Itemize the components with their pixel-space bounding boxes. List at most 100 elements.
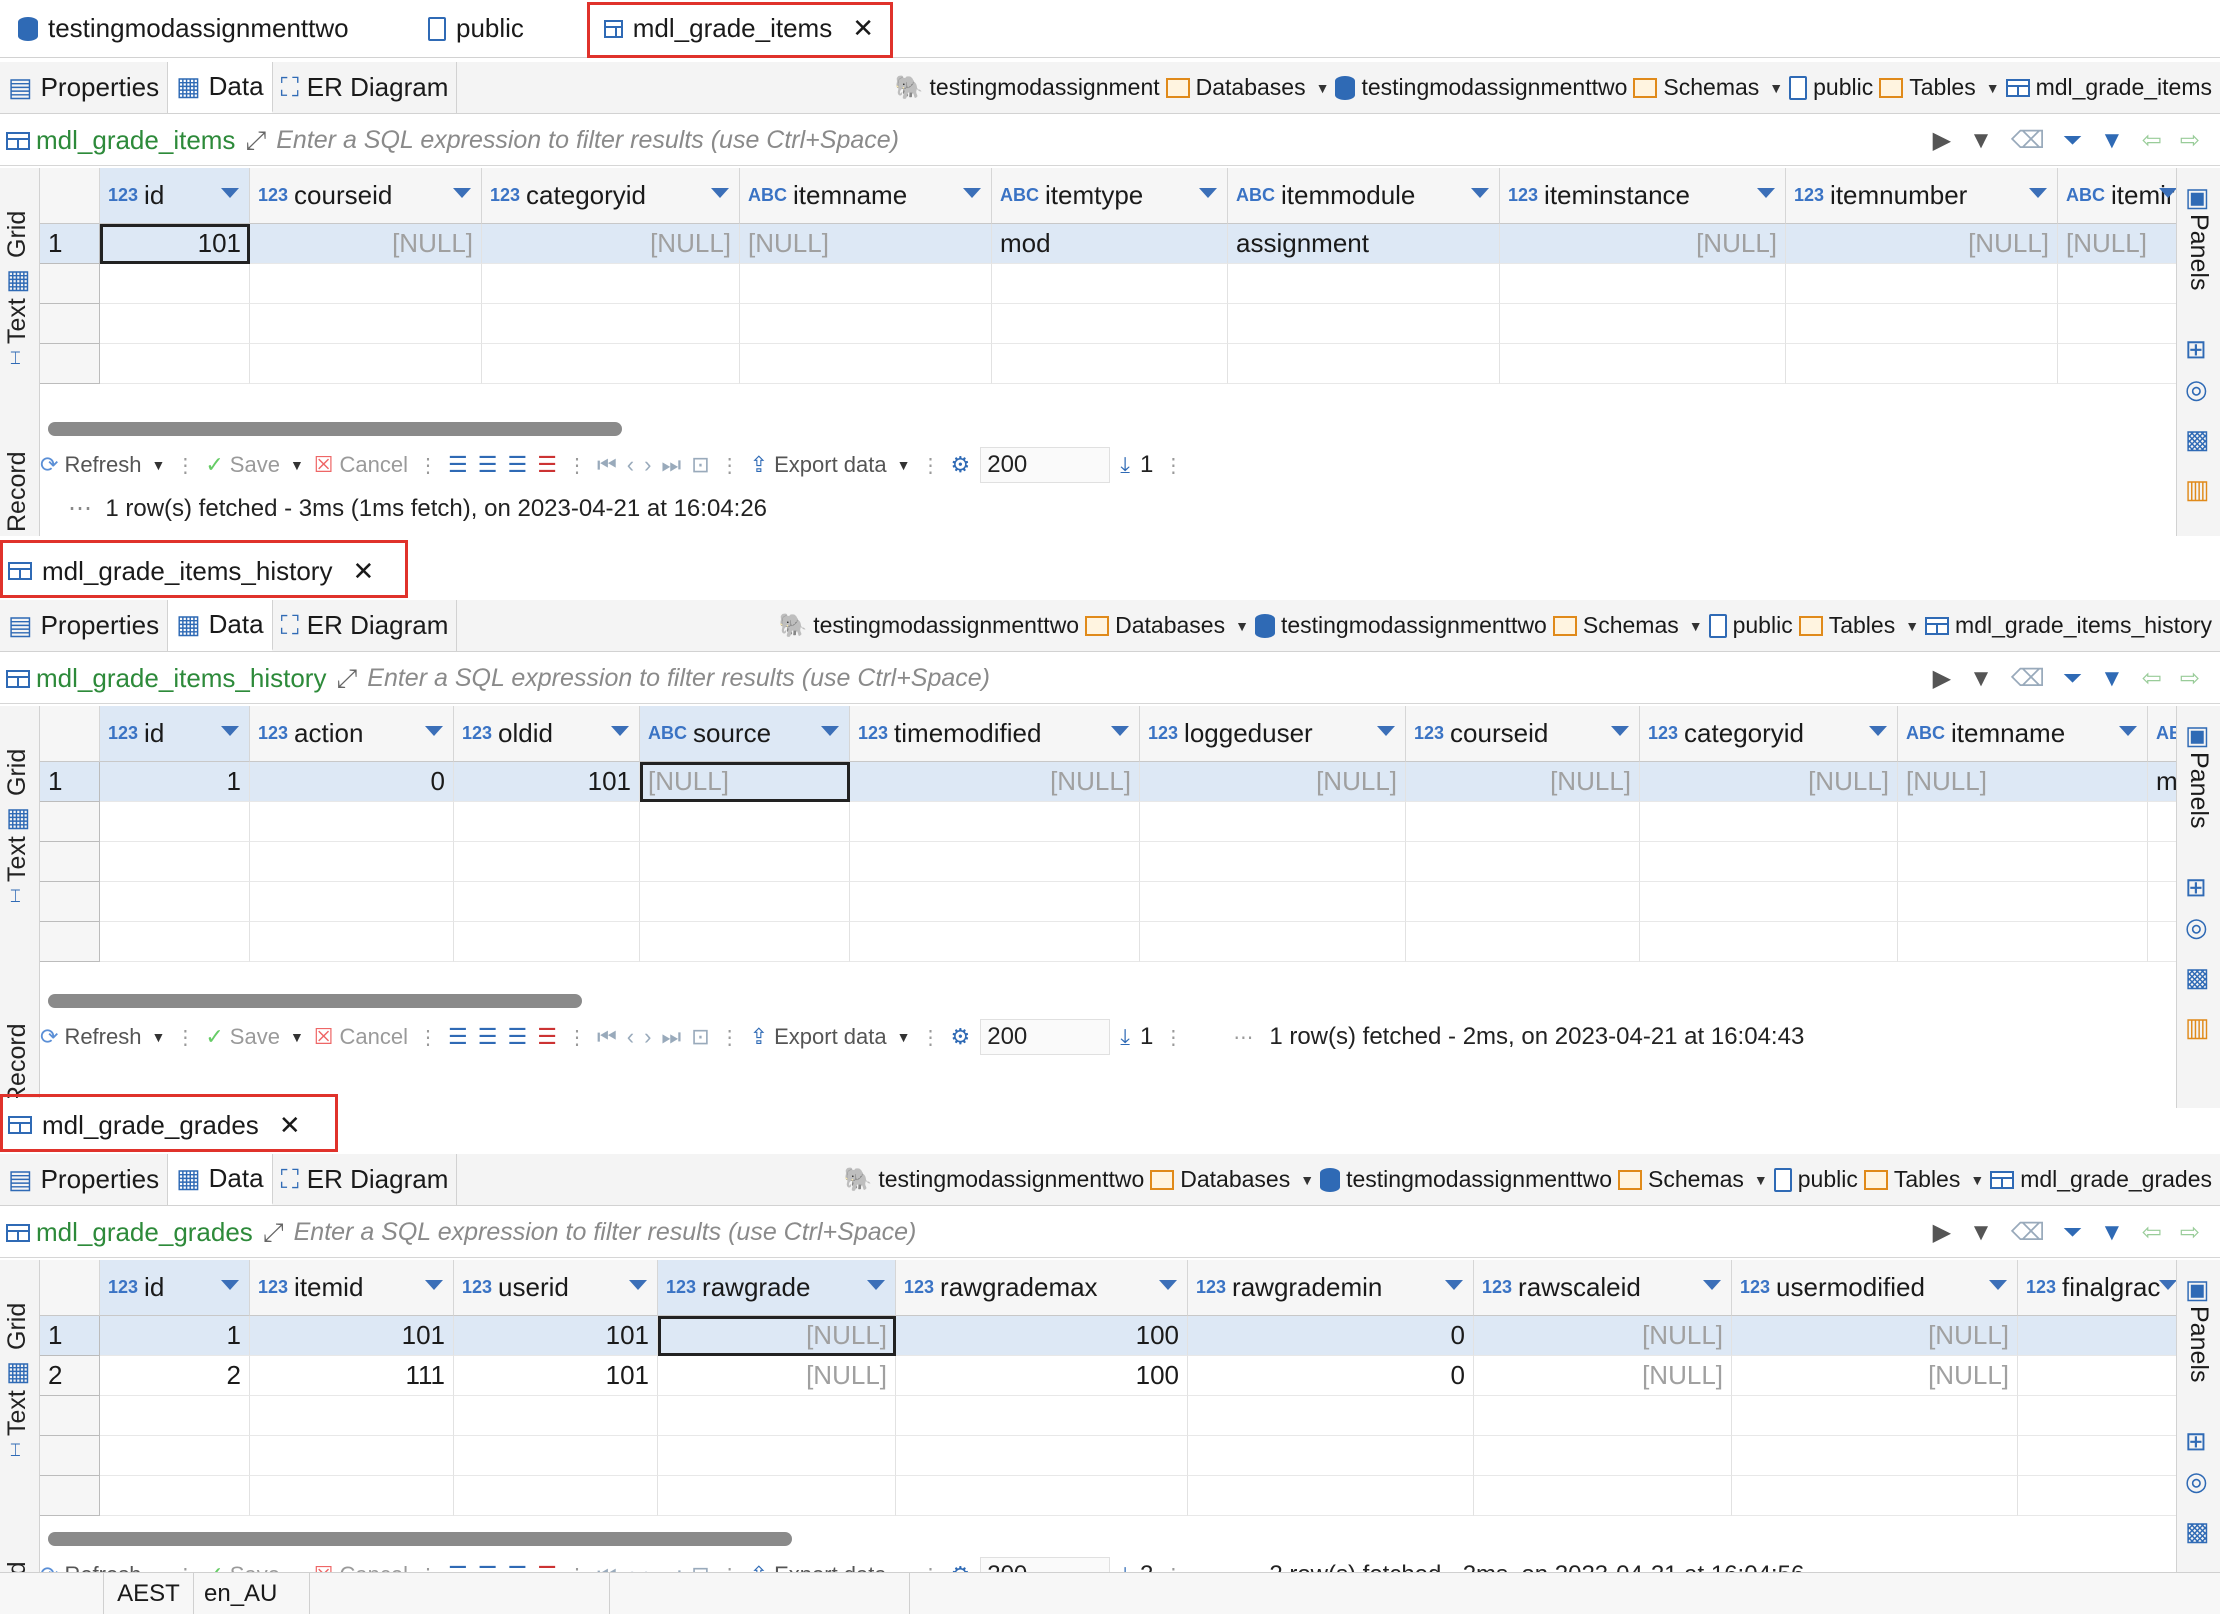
cancel-button[interactable]: ☒Cancel bbox=[314, 1024, 408, 1050]
column-header[interactable]: 123 userid bbox=[454, 1260, 658, 1316]
sort-dropdown-icon[interactable] bbox=[1869, 726, 1887, 736]
column-header[interactable]: 123 rawscaleid bbox=[1474, 1260, 1732, 1316]
table-cell[interactable]: 101 bbox=[100, 224, 250, 264]
sort-dropdown-icon[interactable] bbox=[629, 1280, 647, 1290]
table-cell[interactable]: [NULL] bbox=[1898, 762, 2148, 802]
breadcrumb-item[interactable]: testingmodassignmenttwo bbox=[1320, 1166, 1612, 1193]
panels-toggle[interactable]: Panels bbox=[2184, 1306, 2213, 1382]
close-icon[interactable]: ✕ bbox=[352, 556, 374, 587]
sort-dropdown-icon[interactable] bbox=[1199, 188, 1217, 198]
sort-dropdown-icon[interactable] bbox=[221, 1280, 239, 1290]
delete-row-icon[interactable]: ☰ bbox=[537, 1024, 557, 1050]
table-cell[interactable]: [NULL] bbox=[1640, 762, 1898, 802]
table-cell[interactable]: [NULL] bbox=[850, 762, 1140, 802]
edit-row-icon[interactable]: ☰ bbox=[448, 1024, 468, 1050]
column-header[interactable]: 123 itemid bbox=[250, 1260, 454, 1316]
panels-toggle[interactable]: Panels bbox=[2184, 214, 2213, 290]
table-cell[interactable]: [NULL] bbox=[740, 224, 992, 264]
grid-view-toggle[interactable]: Grid bbox=[3, 749, 32, 796]
column-header[interactable]: 123 categoryid bbox=[1640, 706, 1898, 762]
column-header[interactable]: 123 id bbox=[100, 706, 250, 762]
history-dropdown-icon[interactable]: ▼ bbox=[1969, 665, 1993, 693]
fetch-size-input[interactable]: 200 bbox=[980, 1019, 1111, 1055]
back-icon[interactable]: ⇦ bbox=[2142, 664, 2162, 693]
add-row-icon[interactable]: ☰ bbox=[478, 1024, 498, 1050]
filter-settings-icon[interactable]: ⏷ bbox=[2063, 665, 2082, 693]
refresh-button[interactable]: ⟳Refresh▼ bbox=[40, 452, 165, 478]
table-cell[interactable] bbox=[2018, 1356, 2176, 1396]
eraser-icon[interactable]: ⌫ bbox=[2011, 126, 2045, 155]
filter-icon[interactable]: ▼ bbox=[2100, 665, 2124, 693]
calc-icon[interactable]: ◎ bbox=[2185, 374, 2208, 405]
sort-dropdown-icon[interactable] bbox=[1159, 1280, 1177, 1290]
table-cell[interactable]: [NULL] bbox=[1474, 1316, 1732, 1356]
export-data-button[interactable]: ⇪Export data▼ bbox=[750, 452, 911, 478]
forward-icon[interactable]: ⇨ bbox=[2180, 1218, 2200, 1247]
grouping-icon[interactable]: ▩ bbox=[2185, 424, 2210, 455]
breadcrumb-item[interactable]: Tables ▼ bbox=[1863, 1166, 1984, 1193]
breadcrumb-item[interactable]: Tables ▼ bbox=[1879, 74, 2000, 101]
column-header[interactable]: 123 id bbox=[100, 168, 250, 224]
tab-table[interactable]: mdl_grade_items ✕ bbox=[586, 0, 892, 57]
grid-view-toggle[interactable]: Grid bbox=[3, 211, 32, 258]
close-icon[interactable]: ✕ bbox=[852, 13, 874, 44]
back-icon[interactable]: ⇦ bbox=[2142, 1218, 2162, 1247]
table-cell[interactable]: [NULL] bbox=[1500, 224, 1786, 264]
sort-dropdown-icon[interactable] bbox=[2159, 188, 2176, 198]
column-header[interactable]: ABC itemname bbox=[740, 168, 992, 224]
result-grid[interactable]: 123 id 123 action 123 oldid ABC source 123 timemo… bbox=[40, 706, 2176, 1008]
calc-icon[interactable]: ◎ bbox=[2185, 1466, 2208, 1497]
horizontal-scrollbar[interactable] bbox=[48, 1532, 792, 1546]
prev-page-icon[interactable]: ‹ bbox=[627, 452, 634, 478]
breadcrumb-item[interactable]: public bbox=[1708, 612, 1793, 639]
tab-er-diagram[interactable]: ⛶ ER Diagram bbox=[273, 600, 458, 651]
panels-toggle[interactable]: Panels bbox=[2184, 752, 2213, 828]
table-cell[interactable]: [NULL] bbox=[1786, 224, 2058, 264]
column-header[interactable]: 123 oldid bbox=[454, 706, 640, 762]
gear-icon[interactable]: ⚙ bbox=[950, 452, 970, 478]
breadcrumb-item[interactable]: testingmodassignmenttwo bbox=[1254, 612, 1547, 639]
table-cell[interactable]: assignment bbox=[1228, 224, 1500, 264]
tab-properties[interactable]: ▤ Properties bbox=[0, 62, 169, 113]
sort-dropdown-icon[interactable] bbox=[425, 726, 443, 736]
column-header[interactable]: 123 rawgrademax bbox=[896, 1260, 1188, 1316]
row-number[interactable]: 1 bbox=[40, 224, 100, 264]
cancel-button[interactable]: ☒Cancel bbox=[314, 452, 408, 478]
column-header[interactable]: 123 rawgrade bbox=[658, 1260, 896, 1316]
next-page-icon[interactable]: › bbox=[644, 452, 651, 478]
metadata-icon[interactable]: ⊞ bbox=[2185, 334, 2207, 365]
column-header[interactable]: ABC itemname bbox=[1898, 706, 2148, 762]
filter-expand-icon[interactable]: ⤢ bbox=[263, 1217, 284, 1249]
text-view-toggle[interactable]: Text bbox=[3, 1390, 32, 1436]
table-cell[interactable]: 101 bbox=[250, 1316, 454, 1356]
result-grid[interactable]: 123 id 123 itemid 123 userid 123 rawgrade 123 raw… bbox=[40, 1260, 2176, 1546]
first-page-icon[interactable]: ⏮ bbox=[597, 1024, 617, 1050]
copy-row-icon[interactable]: ☰ bbox=[507, 1024, 527, 1050]
record-view-toggle[interactable]: Record bbox=[3, 1023, 32, 1104]
table-cell[interactable]: 111 bbox=[250, 1356, 454, 1396]
save-button[interactable]: ✓Save▼ bbox=[205, 1024, 303, 1050]
sort-dropdown-icon[interactable] bbox=[821, 726, 839, 736]
row-number[interactable]: 2 bbox=[40, 1356, 100, 1396]
table-cell[interactable]: 100 bbox=[896, 1316, 1188, 1356]
breadcrumb-item[interactable]: 🐘 testingmodassignmenttwo bbox=[779, 612, 1080, 639]
breadcrumb-item[interactable]: 🐘 testingmodassignment bbox=[895, 74, 1160, 101]
breadcrumb-item[interactable]: testingmodassignmenttwo bbox=[1335, 74, 1627, 101]
column-header[interactable]: ABC source bbox=[640, 706, 850, 762]
filter-settings-icon[interactable]: ⏷ bbox=[2063, 127, 2082, 155]
breadcrumb-item[interactable]: mdl_grade_items bbox=[2005, 74, 2212, 101]
filter-input[interactable]: Enter a SQL expression to filter results… bbox=[294, 1218, 1933, 1247]
back-icon[interactable]: ⇦ bbox=[2142, 126, 2162, 155]
table-cell[interactable]: [NULL] bbox=[640, 762, 850, 802]
play-icon[interactable]: ▶ bbox=[1933, 1218, 1951, 1247]
tab-schema[interactable]: public bbox=[410, 0, 586, 57]
table-cell[interactable]: [NULL] bbox=[2058, 224, 2176, 264]
column-header[interactable]: ABC itemir bbox=[2058, 168, 2176, 224]
sort-dropdown-icon[interactable] bbox=[867, 1280, 885, 1290]
column-header[interactable]: 123 iteminstance bbox=[1500, 168, 1786, 224]
column-header[interactable]: ABC itemtype bbox=[992, 168, 1228, 224]
table-cell[interactable]: [NULL] bbox=[1732, 1316, 2018, 1356]
record-view-toggle[interactable]: Record bbox=[3, 451, 32, 532]
play-icon[interactable]: ▶ bbox=[1933, 664, 1951, 693]
panel-title-tab[interactable]: mdl_grade_grades ✕ bbox=[0, 1098, 338, 1152]
